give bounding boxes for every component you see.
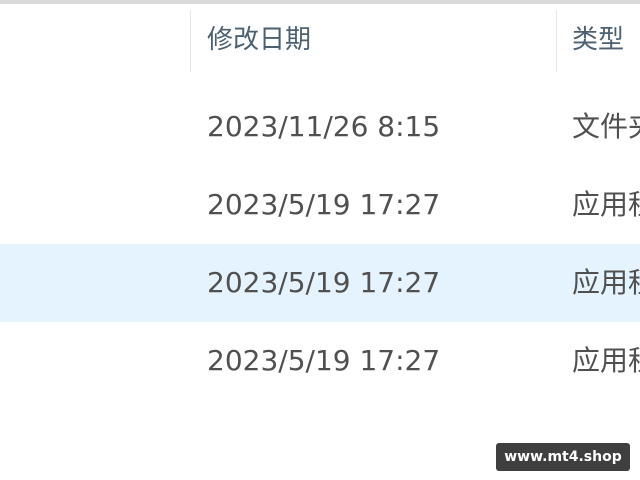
table-row[interactable]: 2023/11/26 8:15 文件夹 xyxy=(0,88,640,166)
date-modified-cell: 2023/5/19 17:27 xyxy=(207,266,441,299)
type-cell: 应用程序 xyxy=(572,266,640,299)
file-list: 2023/11/26 8:15 文件夹 2023/5/19 17:27 应用程序… xyxy=(0,88,640,400)
column-header-date-modified[interactable]: 修改日期 xyxy=(207,4,547,76)
table-row[interactable]: 2023/5/19 17:27 应用程序 xyxy=(0,244,640,322)
column-divider[interactable] xyxy=(190,10,191,72)
date-modified-cell: 2023/5/19 17:27 xyxy=(207,188,441,221)
table-row[interactable]: 2023/5/19 17:27 应用程序 xyxy=(0,166,640,244)
column-divider[interactable] xyxy=(556,10,557,72)
table-row[interactable]: 2023/5/19 17:27 应用程序 xyxy=(0,322,640,400)
watermark-badge: www.mt4.shop xyxy=(496,443,630,471)
type-cell: 文件夹 xyxy=(572,110,640,143)
date-modified-cell: 2023/5/19 17:27 xyxy=(207,344,441,377)
type-cell: 应用程序 xyxy=(572,344,640,377)
type-cell: 应用程序 xyxy=(572,188,640,221)
date-modified-cell: 2023/11/26 8:15 xyxy=(207,110,441,143)
column-header-type[interactable]: 类型 xyxy=(572,4,640,76)
file-explorer-details-view: 修改日期 类型 2023/11/26 8:15 文件夹 2023/5/19 17… xyxy=(0,0,640,480)
column-header-bar: 修改日期 类型 xyxy=(0,4,640,76)
